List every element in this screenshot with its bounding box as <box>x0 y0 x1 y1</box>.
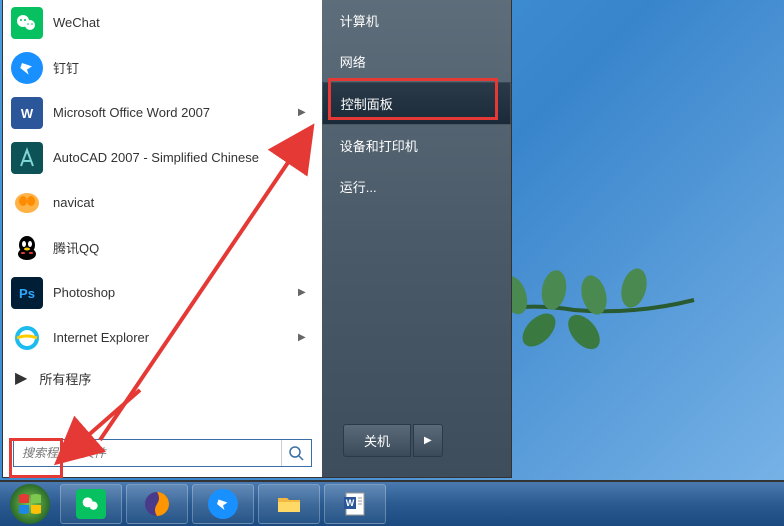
search-icon <box>288 445 304 461</box>
start-button[interactable] <box>4 483 56 525</box>
program-label: navicat <box>53 195 314 210</box>
all-programs-button[interactable]: ▶ 所有程序 <box>3 360 322 396</box>
ie-icon <box>11 322 43 354</box>
program-item-navicat[interactable]: navicat <box>3 180 322 225</box>
qq-icon <box>11 232 43 264</box>
taskbar-item-firefox[interactable] <box>126 484 188 524</box>
program-label: WeChat <box>53 15 314 30</box>
program-item-qq[interactable]: 腾讯QQ <box>3 225 322 270</box>
shutdown-area: 关机 ▶ <box>333 414 453 467</box>
program-item-word[interactable]: W Microsoft Office Word 2007 ▶ <box>3 90 322 135</box>
program-item-dingtalk[interactable]: 钉钉 <box>3 45 322 90</box>
photoshop-icon: Ps <box>11 277 43 309</box>
program-item-photoshop[interactable]: Ps Photoshop ▶ <box>3 270 322 315</box>
shutdown-options-button[interactable]: ▶ <box>413 424 443 457</box>
right-item-network[interactable]: 网络 <box>322 41 511 82</box>
start-menu: WeChat 钉钉 W Microsoft Office Word 2007 ▶ <box>2 0 512 478</box>
wechat-icon <box>11 7 43 39</box>
svg-text:Ps: Ps <box>19 286 35 301</box>
program-label: 钉钉 <box>53 58 314 77</box>
program-label: AutoCAD 2007 - Simplified Chinese <box>53 150 314 166</box>
taskbar: W <box>0 480 784 526</box>
taskbar-item-explorer[interactable] <box>258 484 320 524</box>
wechat-icon <box>76 489 106 519</box>
program-item-autocad[interactable]: AutoCAD 2007 - Simplified Chinese <box>3 135 322 180</box>
dingtalk-icon <box>11 52 43 84</box>
search-input[interactable] <box>14 440 281 466</box>
word-icon: W <box>11 97 43 129</box>
taskbar-item-word[interactable]: W <box>324 484 386 524</box>
submenu-arrow-icon: ▶ <box>298 287 306 298</box>
program-label: Microsoft Office Word 2007 <box>53 105 298 120</box>
dingtalk-icon <box>208 489 238 519</box>
right-item-devices-printers[interactable]: 设备和打印机 <box>322 125 511 166</box>
shutdown-button[interactable]: 关机 <box>343 424 411 457</box>
navicat-icon <box>11 187 43 219</box>
program-label: Internet Explorer <box>53 330 298 345</box>
search-button[interactable] <box>281 440 311 466</box>
submenu-arrow-icon: ▶ <box>298 107 306 118</box>
search-container <box>3 429 322 477</box>
windows-logo-icon <box>9 483 51 525</box>
program-label: 腾讯QQ <box>53 238 314 257</box>
program-item-wechat[interactable]: WeChat <box>3 0 322 45</box>
submenu-arrow-icon: ▶ <box>298 332 306 343</box>
program-item-ie[interactable]: Internet Explorer ▶ <box>3 315 322 360</box>
word-doc-icon: W <box>340 489 370 519</box>
program-label: Photoshop <box>53 285 298 300</box>
start-menu-left-panel: WeChat 钉钉 W Microsoft Office Word 2007 ▶ <box>3 0 322 477</box>
svg-text:W: W <box>21 106 34 121</box>
taskbar-item-wechat[interactable] <box>60 484 122 524</box>
svg-text:W: W <box>346 498 355 508</box>
search-box <box>13 439 312 467</box>
autocad-icon <box>11 142 43 174</box>
right-item-control-panel[interactable]: 控制面板 <box>322 82 511 125</box>
start-menu-right-panel: 计算机 网络 控制面板 设备和打印机 运行... 关机 ▶ <box>322 0 511 477</box>
all-programs-label: 所有程序 <box>39 369 309 388</box>
right-item-computer[interactable]: 计算机 <box>322 0 511 41</box>
programs-list: WeChat 钉钉 W Microsoft Office Word 2007 ▶ <box>3 0 322 429</box>
folder-icon <box>274 489 304 519</box>
firefox-icon <box>142 489 172 519</box>
taskbar-item-dingtalk[interactable] <box>192 484 254 524</box>
right-item-run[interactable]: 运行... <box>322 166 511 207</box>
arrow-right-icon: ▶ <box>15 368 27 388</box>
